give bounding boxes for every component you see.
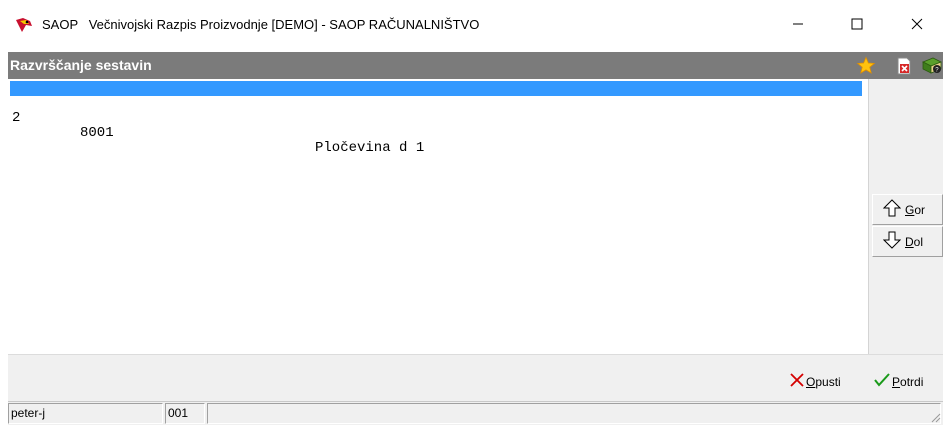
action-bar: Opusti Potrdi [8,354,943,401]
cancel-label: pusti [815,374,841,389]
panel-title: Razvrščanje sestavin [10,57,152,73]
row-code: 70002 [80,110,123,126]
status-code: 001 [165,403,205,424]
confirm-label: otrdi [900,374,924,389]
window-border-left [0,52,8,425]
window-border-right [943,52,951,425]
status-extra [207,403,941,424]
move-down-label: ol [913,234,924,249]
maximize-icon [851,18,863,33]
resize-grip-icon[interactable] [929,411,941,423]
window-title: SAOP Večnivojski Razpis Proizvodnje [DEM… [42,17,480,32]
panel-header: Razvrščanje sestavin ? [8,52,943,79]
arrow-up-icon [882,199,905,220]
move-up-mnemonic: G [905,202,915,217]
status-user: peter-j [8,403,163,424]
cancel-button[interactable]: Opusti [790,373,841,390]
green-check-icon [874,373,892,390]
help-book-icon[interactable]: ? [921,56,942,76]
components-list[interactable]: 1 70002 Polica 2 8001 Pločevina d 1 [8,79,869,354]
confirm-mnemonic: P [892,374,901,389]
row-number: 2 [12,110,21,126]
close-icon [911,18,923,33]
star-icon[interactable] [856,56,876,76]
move-down-button[interactable]: Dol [872,226,943,257]
red-x-icon [790,373,806,390]
confirm-button[interactable]: Potrdi [874,373,923,390]
minimize-button[interactable] [775,10,821,40]
status-bar: peter-j 001 [8,401,943,425]
list-row[interactable]: 2 8001 Pločevina d 1 [10,96,862,156]
minimize-icon [792,18,804,33]
side-panel: Gor Dol [869,79,943,354]
move-down-mnemonic: D [905,234,914,249]
window-titlebar: SAOP Večnivojski Razpis Proizvodnje [DEM… [0,0,951,52]
row-name: Pločevina d 1 [315,140,425,156]
maximize-button[interactable] [834,10,880,40]
saop-logo-icon [14,16,34,34]
document-close-icon[interactable] [894,56,914,76]
row-code: 8001 [80,125,114,141]
close-button[interactable] [894,10,940,40]
cancel-mnemonic: O [806,374,816,389]
list-row[interactable]: 1 70002 Polica [10,81,862,141]
move-up-button[interactable]: Gor [872,194,943,225]
move-up-label: or [914,202,926,217]
arrow-down-icon [882,231,905,252]
row-name: Polica [315,125,366,141]
